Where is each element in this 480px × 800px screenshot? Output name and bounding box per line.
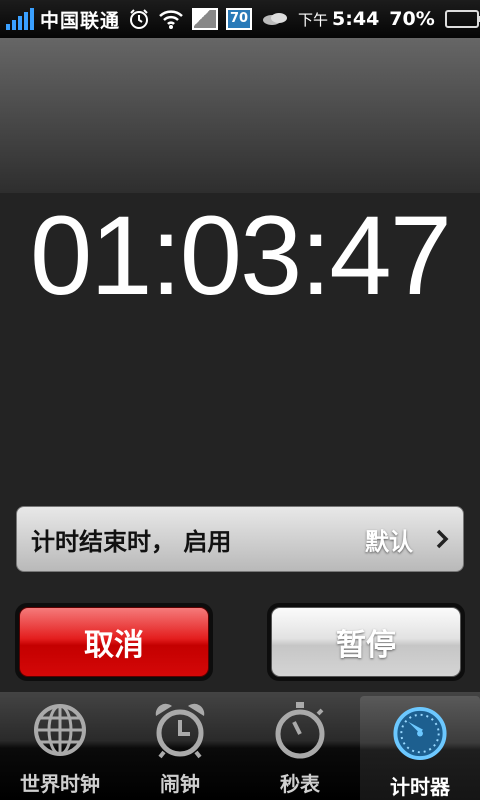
sound-setting-row[interactable]: 计时结束时， 启用 默认: [16, 506, 464, 572]
timer-display: 01:03:47: [30, 193, 452, 318]
battery-icon: [444, 10, 480, 28]
chevron-right-icon: [436, 529, 449, 549]
tab-alarm[interactable]: 闹钟: [120, 692, 240, 800]
tab-label: 计时器: [390, 775, 450, 799]
weather-icon: [260, 10, 290, 28]
tab-timer[interactable]: 计时器: [360, 696, 480, 800]
carrier-name: 中国联通: [40, 9, 121, 32]
signal-icon: [6, 8, 34, 30]
sound-setting-value: 默认: [365, 527, 413, 556]
alarm-clock-icon: [155, 703, 205, 759]
tab-bar: 世界时钟 闹钟 秒表 计时器: [0, 692, 480, 800]
globe-icon: [34, 704, 86, 756]
stopwatch-icon: [275, 702, 325, 759]
tab-label: 秒表: [280, 772, 320, 796]
tab-label: 闹钟: [160, 772, 200, 796]
tab-world-clock[interactable]: 世界时钟: [0, 692, 120, 800]
cancel-button[interactable]: 取消: [19, 607, 209, 677]
battery-percent: 70%: [389, 8, 435, 30]
badge-icon: 70: [226, 8, 253, 30]
status-bar: 中国联通 70 下午 5:44 70%: [0, 0, 480, 38]
pause-button[interactable]: 暂停: [271, 607, 461, 677]
sound-setting-label: 计时结束时， 启用: [31, 527, 232, 556]
status-time: 下午 5:44: [298, 8, 380, 30]
image-icon: [192, 8, 219, 30]
alarm-icon: [128, 8, 150, 30]
top-panel: [0, 38, 480, 193]
cancel-button-frame: 取消: [15, 603, 213, 681]
timer-icon: [393, 706, 447, 761]
tab-stopwatch[interactable]: 秒表: [240, 692, 360, 800]
pause-button-frame: 暂停: [267, 603, 465, 681]
wifi-icon: [158, 8, 184, 30]
tab-label: 世界时钟: [20, 772, 100, 796]
